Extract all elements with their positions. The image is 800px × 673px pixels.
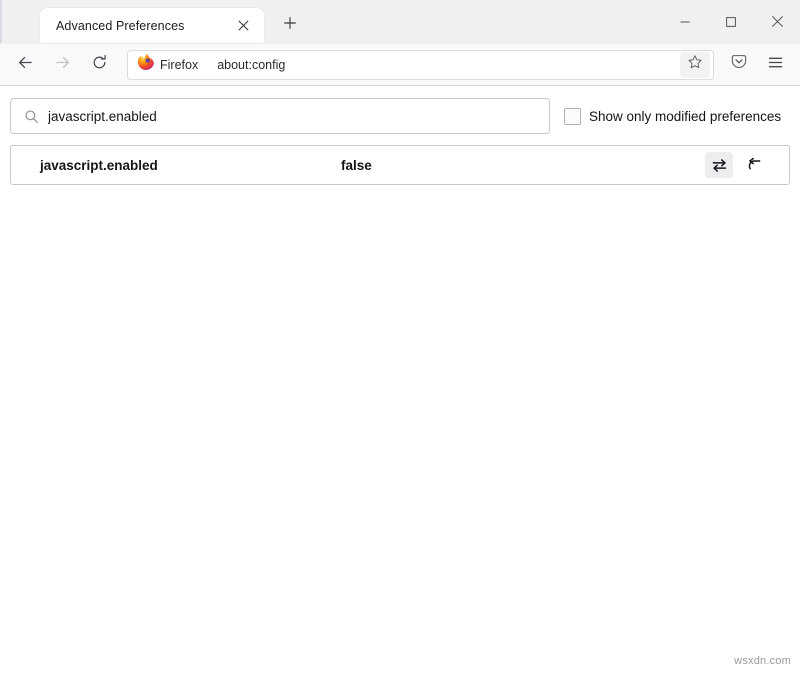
navigation-toolbar: Firefox about:config	[0, 44, 800, 86]
close-icon[interactable]	[232, 15, 254, 37]
maximize-button[interactable]	[708, 0, 754, 43]
close-button[interactable]	[754, 0, 800, 43]
star-icon	[687, 54, 703, 75]
undo-reset-icon[interactable]	[741, 152, 769, 178]
preferences-table: javascript.enabled false	[10, 145, 790, 185]
url-bar[interactable]: Firefox about:config	[127, 49, 714, 80]
new-tab-button[interactable]	[277, 12, 303, 38]
hamburger-menu-icon	[767, 54, 784, 76]
preference-name: javascript.enabled	[40, 157, 158, 173]
toolbar-end-buttons	[720, 50, 792, 80]
minimize-button[interactable]	[662, 0, 708, 43]
search-icon	[21, 106, 41, 126]
about-config-page: javascript.enabled Show only modified pr…	[0, 86, 800, 673]
window-controls	[662, 0, 800, 43]
table-row[interactable]: javascript.enabled false	[11, 146, 789, 184]
url-text[interactable]: about:config	[217, 58, 680, 72]
show-modified-checkbox-row[interactable]: Show only modified preferences	[564, 107, 790, 125]
preference-search-box[interactable]: javascript.enabled	[10, 98, 550, 134]
pocket-icon	[730, 53, 748, 76]
arrow-right-icon	[54, 54, 71, 76]
identity-box[interactable]: Firefox	[131, 52, 208, 77]
search-input[interactable]: javascript.enabled	[48, 109, 157, 124]
plus-icon	[283, 16, 297, 35]
preference-actions	[705, 152, 783, 178]
show-modified-checkbox[interactable]	[564, 107, 581, 125]
watermark: wsxdn.com	[734, 655, 791, 667]
firefox-logo-icon	[137, 54, 154, 75]
pocket-button[interactable]	[722, 50, 756, 80]
reload-button[interactable]	[82, 50, 116, 80]
toggle-swap-icon[interactable]	[705, 152, 733, 178]
arrow-left-icon	[17, 54, 34, 76]
show-modified-label: Show only modified preferences	[589, 108, 782, 124]
tab-strip: Advanced Preferences	[0, 0, 800, 44]
window-left-edge	[0, 0, 3, 43]
identity-label: Firefox	[160, 57, 199, 72]
tab-title: Advanced Preferences	[56, 18, 185, 33]
forward-button[interactable]	[45, 50, 79, 80]
reload-icon	[91, 54, 108, 76]
app-menu-button[interactable]	[758, 50, 792, 80]
back-button[interactable]	[8, 50, 42, 80]
search-row: javascript.enabled Show only modified pr…	[10, 98, 790, 134]
preference-value: false	[341, 157, 372, 173]
browser-window: Advanced Preferences Firefox about:confi…	[0, 0, 800, 673]
tab-advanced-preferences[interactable]: Advanced Preferences	[40, 8, 264, 43]
bookmark-star-button[interactable]	[680, 51, 710, 78]
